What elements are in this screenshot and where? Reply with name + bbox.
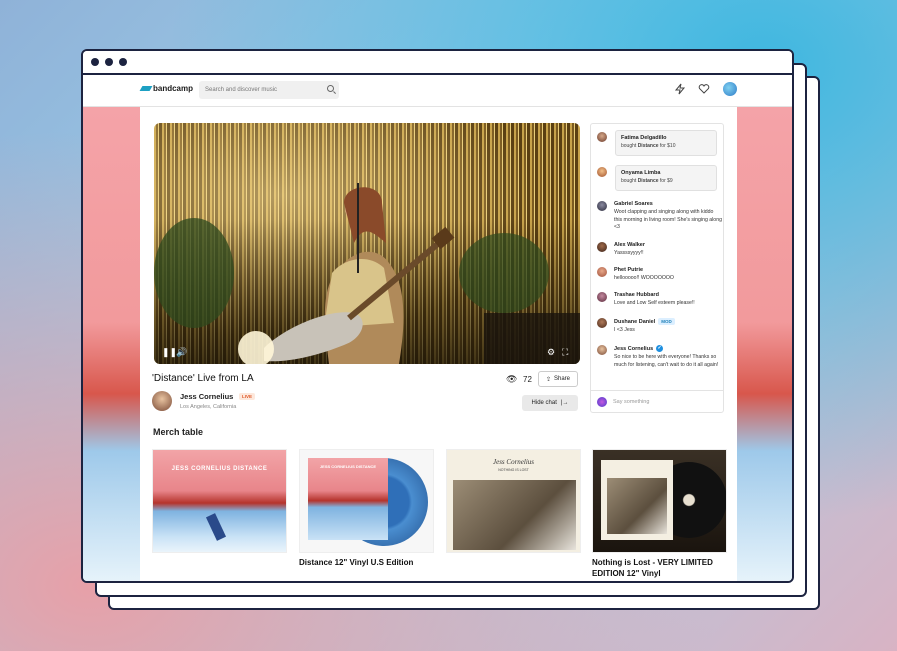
browser-window: bandcamp Search and discover music ❚❚ 🔊 … xyxy=(81,49,794,583)
collapse-right-icon: |→ xyxy=(560,400,569,406)
chat-author-name[interactable]: Dushane Daniel xyxy=(614,319,655,325)
merch-image[interactable]: JESS CORNELIUS DISTANCE xyxy=(299,449,434,553)
chat-message: Alex Walker Yassssyyyy!! xyxy=(614,242,722,258)
window-dot-close[interactable] xyxy=(91,58,99,66)
window-dot-maximize[interactable] xyxy=(119,58,127,66)
chat-avatar[interactable] xyxy=(597,242,607,252)
sleeve-photo xyxy=(607,478,667,534)
chat-text: I <3 Jess xyxy=(614,327,635,333)
share-button[interactable]: ⇪ Share xyxy=(538,371,578,387)
artist-location: Los Angeles, California xyxy=(180,404,237,410)
merch-item-distance-vinyl[interactable]: JESS CORNELIUS DISTANCE Distance 12" Vin… xyxy=(299,449,434,568)
viewer-count: 72 xyxy=(523,375,532,384)
fullscreen-icon[interactable]: ⛶ xyxy=(562,347,568,358)
merch-item-nothing-is-lost-album[interactable]: Jess Cornelius NOTHING IS LOST xyxy=(446,449,581,557)
chat-author[interactable]: Dushane Daniel MOD xyxy=(614,318,722,325)
volume-icon[interactable]: 🔊 xyxy=(176,347,187,358)
merch-title[interactable]: Distance 12" Vinyl U.S Edition xyxy=(299,557,434,568)
hide-chat-label: Hide chat xyxy=(531,400,557,406)
purchase-notice: Onyama Limba bought Distance for $9 xyxy=(615,165,717,191)
settings-icon[interactable]: ⚙ xyxy=(547,347,555,358)
pause-button[interactable]: ❚❚ xyxy=(162,347,177,358)
chat-author[interactable]: Trashae Hubbard xyxy=(614,292,722,298)
chat-avatar[interactable] xyxy=(597,167,607,177)
chat-text: So nice to be here with everyone! Thanks… xyxy=(614,354,719,368)
chat-author[interactable]: Jess Cornelius ✓ xyxy=(614,345,722,352)
merch-image[interactable]: Jess Cornelius NOTHING IS LOST xyxy=(446,449,581,553)
mod-badge: MOD xyxy=(658,318,675,325)
chat-avatar[interactable] xyxy=(597,318,607,328)
merch-image[interactable]: JESS CORNELIUS DISTANCE xyxy=(152,449,287,553)
chat-avatar[interactable] xyxy=(597,267,607,277)
purchase-detail: bought Distance for $10 xyxy=(621,143,676,149)
vinyl-sleeve: JESS CORNELIUS DISTANCE xyxy=(308,458,388,540)
chat-avatar[interactable] xyxy=(597,201,607,211)
app-header: bandcamp Search and discover music xyxy=(83,75,792,107)
lightning-icon[interactable] xyxy=(673,83,687,97)
live-chat-panel: Fatima Delgadillo bought Distance for $1… xyxy=(590,123,724,413)
share-icon: ⇪ xyxy=(545,376,551,383)
performer-scene xyxy=(154,183,580,364)
purchaser-name[interactable]: Fatima Delgadillo xyxy=(621,135,716,141)
search-input[interactable]: Search and discover music xyxy=(199,81,339,99)
merch-image[interactable] xyxy=(592,449,727,553)
live-badge: LIVE xyxy=(239,393,256,400)
video-title: 'Distance' Live from LA xyxy=(152,373,254,384)
verified-icon: ✓ xyxy=(656,345,664,352)
purchase-notice: Fatima Delgadillo bought Distance for $1… xyxy=(615,130,717,156)
chat-message: Dushane Daniel MOD I <3 Jess xyxy=(614,318,722,335)
window-dot-minimize[interactable] xyxy=(105,58,113,66)
cover-artist: Jess Cornelius xyxy=(492,458,535,466)
chat-text: Yassssyyyy!! xyxy=(614,250,644,256)
vinyl-sleeve xyxy=(601,460,673,540)
chat-input-placeholder: Say something xyxy=(613,398,650,405)
video-player[interactable]: ❚❚ 🔊 ⚙ ⛶ xyxy=(154,123,580,364)
purchase-detail: bought Distance for $9 xyxy=(621,178,673,184)
artist-avatar[interactable] xyxy=(152,391,172,411)
hide-chat-button[interactable]: Hide chat |→ xyxy=(522,395,578,411)
cover-photo xyxy=(453,480,576,550)
chat-text: Love and Low Self esteem please!! xyxy=(614,300,695,306)
sleeve-text: JESS CORNELIUS DISTANCE xyxy=(319,464,377,469)
bandcamp-logo-text: bandcamp xyxy=(153,84,194,93)
chat-text: Woot clapping and singing along with kid… xyxy=(614,209,722,230)
background-art-left xyxy=(83,107,140,581)
background-art-right xyxy=(735,107,792,581)
merch-heading: Merch table xyxy=(153,427,204,437)
user-avatar[interactable] xyxy=(723,82,737,96)
merch-item-distance-album[interactable]: JESS CORNELIUS DISTANCE xyxy=(152,449,287,557)
chat-avatar[interactable] xyxy=(597,132,607,142)
heart-icon[interactable] xyxy=(697,83,711,97)
search-placeholder: Search and discover music xyxy=(205,87,278,93)
chat-message: Trashae Hubbard Love and Low Self esteem… xyxy=(614,292,722,308)
eye-icon: 👁 xyxy=(506,374,518,384)
merch-item-nothing-is-lost-vinyl[interactable]: Nothing is Lost - VERY LIMITED EDITION 1… xyxy=(592,449,727,579)
chat-text: hellooooo!! WOOOOOOO xyxy=(614,275,674,281)
cover-text: JESS CORNELIUS DISTANCE xyxy=(171,466,268,472)
purchaser-name[interactable]: Onyama Limba xyxy=(621,170,716,176)
bandcamp-logo[interactable]: bandcamp xyxy=(139,84,194,93)
merch-title[interactable]: Nothing is Lost - VERY LIMITED EDITION 1… xyxy=(592,557,727,579)
chat-avatar[interactable] xyxy=(597,345,607,355)
chat-message: Phet Putrie hellooooo!! WOOOOOOO xyxy=(614,267,722,283)
chat-author[interactable]: Alex Walker xyxy=(614,242,722,248)
chat-message: Gabriel Soares Woot clapping and singing… xyxy=(614,201,722,232)
artist-name[interactable]: Jess Cornelius xyxy=(180,392,233,401)
chat-author[interactable]: Gabriel Soares xyxy=(614,201,722,207)
chat-avatar[interactable] xyxy=(597,292,607,302)
chat-input[interactable]: Say something xyxy=(591,390,723,412)
chat-message: Jess Cornelius ✓ So nice to be here with… xyxy=(614,345,722,369)
cover-subtitle: NOTHING IS LOST xyxy=(498,468,529,472)
own-avatar xyxy=(597,396,607,407)
cover-figure xyxy=(205,513,227,541)
share-label: Share xyxy=(554,376,571,382)
search-icon[interactable] xyxy=(327,85,334,92)
main-content: ❚❚ 🔊 ⚙ ⛶ 'Distance' Live from LA 👁 72 ⇪ … xyxy=(140,107,737,581)
bandcamp-logo-mark xyxy=(139,86,153,91)
window-titlebar xyxy=(83,51,792,75)
chat-author-name[interactable]: Jess Cornelius xyxy=(614,346,653,352)
chat-author[interactable]: Phet Putrie xyxy=(614,267,722,273)
